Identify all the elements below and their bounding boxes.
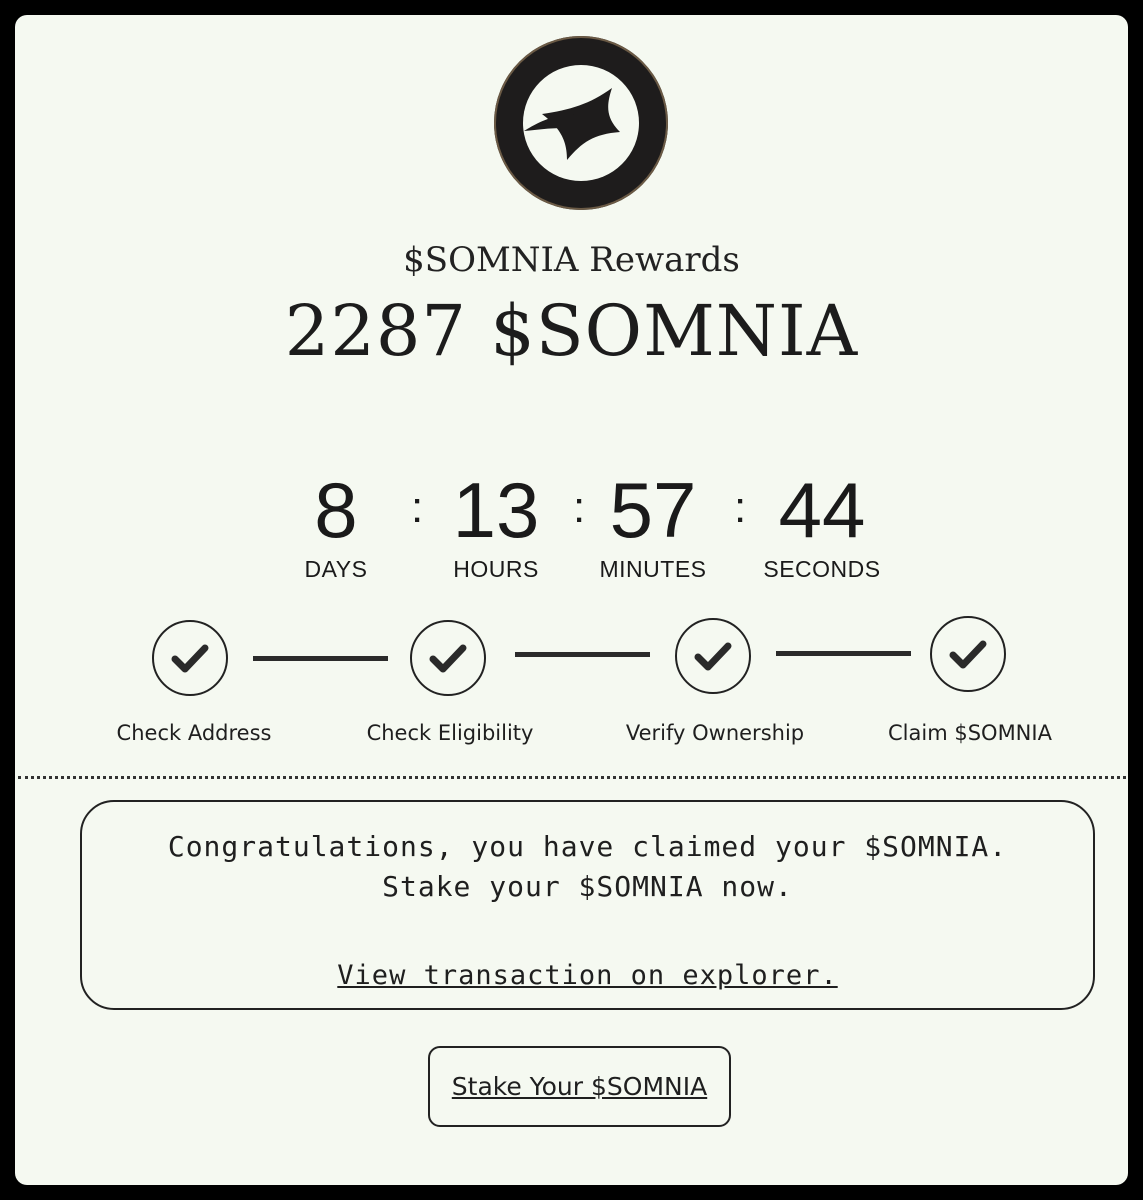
minutes-value: 57 — [609, 466, 697, 554]
countdown-hours: 13 HOURS — [436, 470, 556, 583]
countdown-seconds: 44 SECONDS — [757, 470, 887, 583]
check-icon — [171, 644, 209, 673]
somnia-logo-icon — [494, 36, 668, 210]
countdown-days: 8 DAYS — [281, 470, 391, 583]
check-icon — [949, 640, 987, 669]
step-check-eligibility — [410, 620, 486, 696]
days-label: DAYS — [304, 556, 368, 582]
step-label-check-eligibility: Check Eligibility — [366, 721, 534, 745]
claim-message-box: Congratulations, you have claimed your $… — [80, 800, 1095, 1010]
countdown-separator: : — [734, 483, 747, 532]
check-icon — [694, 642, 732, 671]
countdown-separator: : — [411, 483, 424, 532]
dotted-divider — [18, 776, 1126, 779]
hours-label: HOURS — [453, 556, 539, 582]
stake-button[interactable]: Stake Your $SOMNIA — [428, 1046, 731, 1127]
seconds-label: SECONDS — [763, 556, 881, 582]
seconds-value: 44 — [778, 466, 866, 554]
hours-value: 13 — [452, 466, 540, 554]
check-icon — [429, 644, 467, 673]
step-label-claim: Claim $SOMNIA — [888, 721, 1052, 745]
congrats-message: Congratulations, you have claimed your $… — [167, 830, 1008, 863]
step-connector — [776, 651, 911, 656]
step-verify-ownership — [675, 618, 751, 694]
countdown-separator: : — [573, 483, 586, 532]
step-connector — [253, 656, 388, 661]
step-label-check-address: Check Address — [116, 721, 272, 745]
rewards-card: $SOMNIA Rewards 2287 $SOMNIA 8 DAYS : 13… — [15, 15, 1128, 1185]
days-value: 8 — [314, 466, 358, 554]
countdown-minutes: 57 MINUTES — [588, 470, 718, 583]
rewards-title: $SOMNIA Rewards — [403, 240, 740, 280]
stake-prompt: Stake your $SOMNIA now. — [382, 870, 793, 903]
step-check-address — [152, 620, 228, 696]
step-claim — [930, 616, 1006, 692]
minutes-label: MINUTES — [599, 556, 707, 582]
step-label-verify-ownership: Verify Ownership — [625, 721, 805, 745]
step-connector — [515, 652, 650, 657]
view-transaction-link[interactable]: View transaction on explorer. — [82, 960, 1093, 991]
rewards-amount: 2287 $SOMNIA — [284, 290, 859, 372]
